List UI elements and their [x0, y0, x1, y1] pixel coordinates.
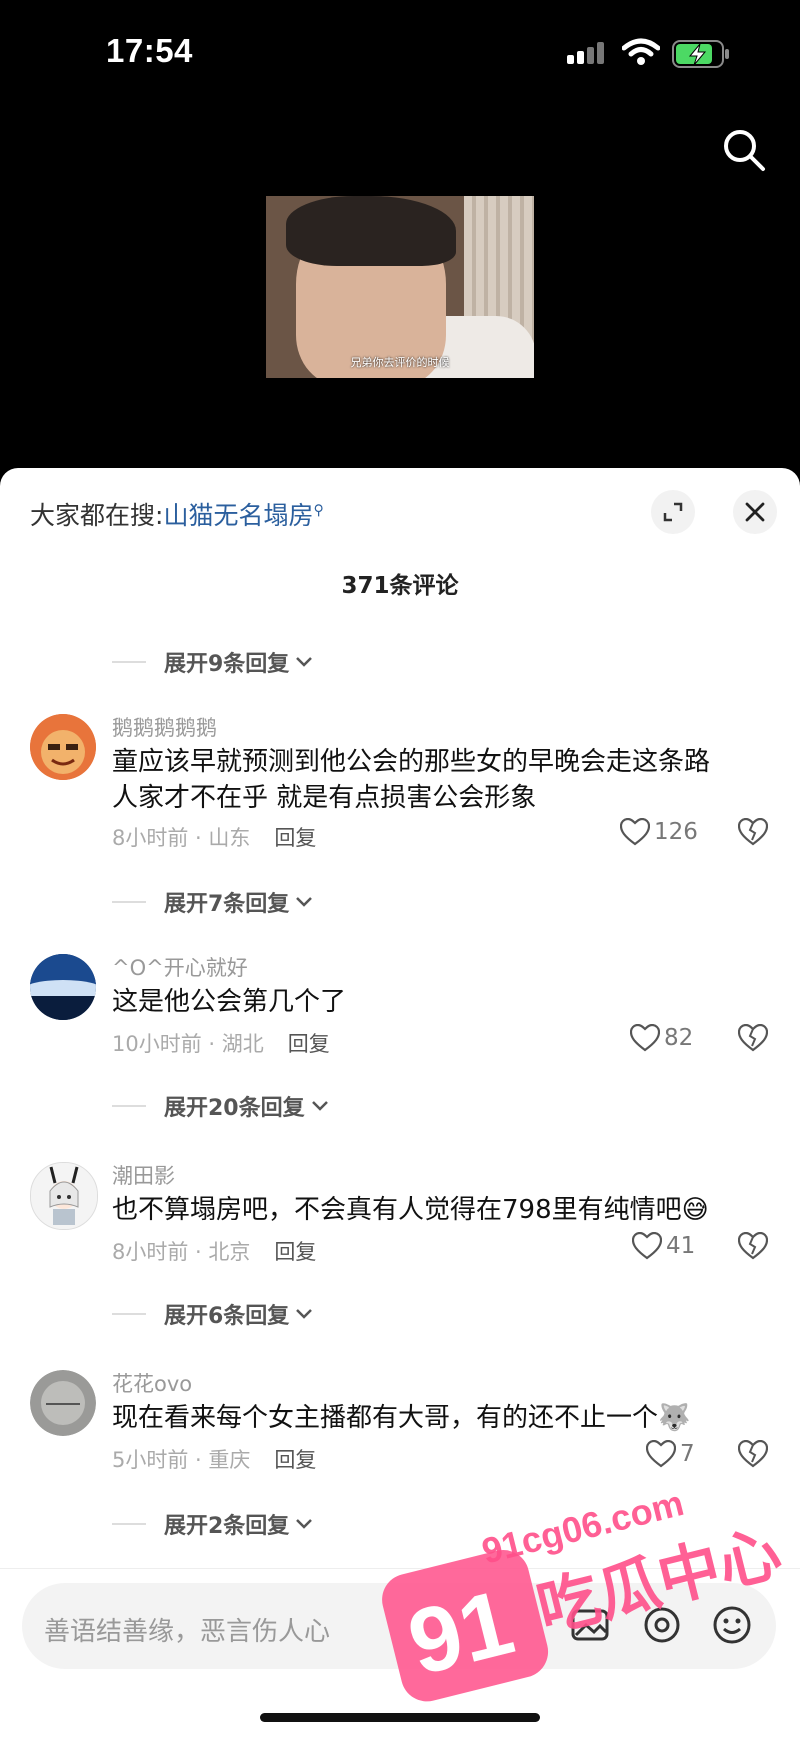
- comment-text: 现在看来每个女主播都有大哥，有的还不止一个🐺: [112, 1400, 772, 1436]
- heart-icon: [620, 818, 650, 846]
- status-time: 17:54: [106, 32, 193, 69]
- comment-meta: 10小时前 · 湖北 回复: [112, 1028, 330, 1058]
- like-button[interactable]: 7: [646, 1440, 695, 1468]
- video-player[interactable]: 兄弟你去评价的时候: [266, 196, 534, 378]
- comment-author[interactable]: 鹅鹅鹅鹅鹅: [112, 712, 217, 742]
- like-count: 126: [654, 819, 698, 845]
- expand-replies-label: 展开9条回复: [164, 652, 290, 677]
- status-bar: 17:54: [0, 0, 800, 110]
- chevron-down-icon: [296, 897, 313, 907]
- avatar[interactable]: [30, 1162, 98, 1230]
- comment-author[interactable]: 花花ovo: [112, 1368, 192, 1398]
- comment-author[interactable]: ^O^开心就好: [112, 952, 248, 982]
- comment-time-location: 5小时前 · 重庆: [112, 1448, 251, 1472]
- comment-time-location: 8小时前 · 山东: [112, 826, 251, 850]
- expand-replies-toggle[interactable]: 展开9条回复: [112, 646, 313, 678]
- avatar-anime-icon: [31, 1163, 97, 1229]
- heart-icon: [630, 1024, 660, 1052]
- divider: [112, 1313, 146, 1315]
- dislike-heart-icon[interactable]: [738, 1024, 768, 1052]
- comment-text-line: 现在看来每个女主播都有大哥，有的还不止一个🐺: [112, 1403, 691, 1433]
- reply-button[interactable]: 回复: [288, 1032, 330, 1056]
- search-small-icon: ⚲: [313, 502, 324, 519]
- comment-meta: 5小时前 · 重庆 回复: [112, 1444, 316, 1474]
- comment-text-line: 童应该早就预测到他公会的那些女的早晚会走这条路: [112, 747, 711, 777]
- comment-text: 也不算塌房吧，不会真有人觉得在798里有纯情吧😅: [112, 1192, 792, 1228]
- dislike-heart-icon[interactable]: [738, 1232, 768, 1260]
- hot-search-link[interactable]: 山猫无名塌房: [163, 501, 313, 530]
- close-icon: [745, 502, 765, 522]
- like-count: 82: [664, 1025, 694, 1051]
- like-count: 7: [680, 1441, 695, 1467]
- expand-replies-label: 展开20条回复: [164, 1096, 305, 1121]
- expand-replies-toggle[interactable]: 展开7条回复: [112, 886, 313, 918]
- reply-button[interactable]: 回复: [274, 1240, 316, 1264]
- reply-button[interactable]: 回复: [274, 1448, 316, 1472]
- expand-replies-toggle[interactable]: 展开6条回复: [112, 1298, 313, 1330]
- expand-icon: [663, 502, 683, 522]
- like-button[interactable]: 82: [630, 1024, 693, 1052]
- video-caption: 兄弟你去评价的时候: [350, 356, 450, 369]
- search-icon[interactable]: [722, 128, 766, 172]
- expand-replies-toggle[interactable]: 展开20条回复: [112, 1090, 329, 1122]
- like-button[interactable]: 126: [620, 818, 698, 846]
- like-count: 41: [666, 1233, 696, 1259]
- expand-replies-toggle[interactable]: 展开2条回复: [112, 1508, 313, 1540]
- comment-time-location: 8小时前 · 北京: [112, 1240, 251, 1264]
- expand-replies-label: 展开7条回复: [164, 892, 290, 917]
- expand-replies-label: 展开6条回复: [164, 1304, 290, 1329]
- comment-input-placeholder: 善语结善缘，恶言伤人心: [44, 1617, 331, 1647]
- battery-charging-icon: [672, 40, 729, 68]
- comment-meta: 8小时前 · 山东 回复: [112, 822, 316, 852]
- chevron-down-icon: [296, 1309, 313, 1319]
- dislike-heart-icon[interactable]: [738, 818, 768, 846]
- avatar[interactable]: [30, 1370, 96, 1436]
- heart-icon: [646, 1440, 676, 1468]
- avatar[interactable]: [30, 954, 96, 1020]
- hot-search-prefix: 大家都在搜:: [30, 501, 164, 530]
- watermark-logo: 91 91cg06.com 吃瓜中心: [382, 1482, 788, 1702]
- chevron-down-icon: [296, 657, 313, 667]
- close-button[interactable]: [733, 490, 777, 534]
- comment-text-line: 人家才不在乎 就是有点损害公会形象: [112, 783, 537, 813]
- avatar-photo-icon: [30, 1370, 96, 1436]
- comment-text-line: 也不算塌房吧，不会真有人觉得在798里有纯情吧😅: [112, 1195, 709, 1225]
- comment-time-location: 10小时前 · 湖北: [112, 1032, 264, 1056]
- chevron-down-icon: [311, 1101, 328, 1111]
- comment-author[interactable]: 潮田影: [112, 1160, 175, 1190]
- comment-meta: 8小时前 · 北京 回复: [112, 1236, 316, 1266]
- avatar[interactable]: [30, 714, 96, 780]
- like-button[interactable]: 41: [632, 1232, 695, 1260]
- dislike-heart-icon[interactable]: [738, 1440, 768, 1468]
- expand-button[interactable]: [651, 490, 695, 534]
- hot-search: 大家都在搜:山猫无名塌房⚲: [30, 496, 324, 532]
- comment-count: 371条评论: [341, 573, 459, 599]
- heart-icon: [632, 1232, 662, 1260]
- comment-text: 童应该早就预测到他公会的那些女的早晚会走这条路 人家才不在乎 就是有点损害公会形…: [112, 744, 772, 816]
- video-person-hair: [286, 196, 456, 266]
- wifi-icon: [622, 38, 660, 65]
- expand-replies-label: 展开2条回复: [164, 1514, 290, 1539]
- divider: [112, 1105, 146, 1107]
- cellular-signal-icon: [567, 42, 604, 64]
- reply-button[interactable]: 回复: [274, 826, 316, 850]
- comment-text: 这是他公会第几个了: [112, 984, 772, 1020]
- avatar-cartoon-icon: [30, 714, 96, 780]
- chevron-down-icon: [296, 1519, 313, 1529]
- comment-text-line: 这是他公会第几个了: [112, 987, 347, 1017]
- divider: [112, 661, 146, 663]
- divider: [112, 1523, 146, 1525]
- divider: [112, 901, 146, 903]
- avatar-earth-icon: [30, 954, 96, 1020]
